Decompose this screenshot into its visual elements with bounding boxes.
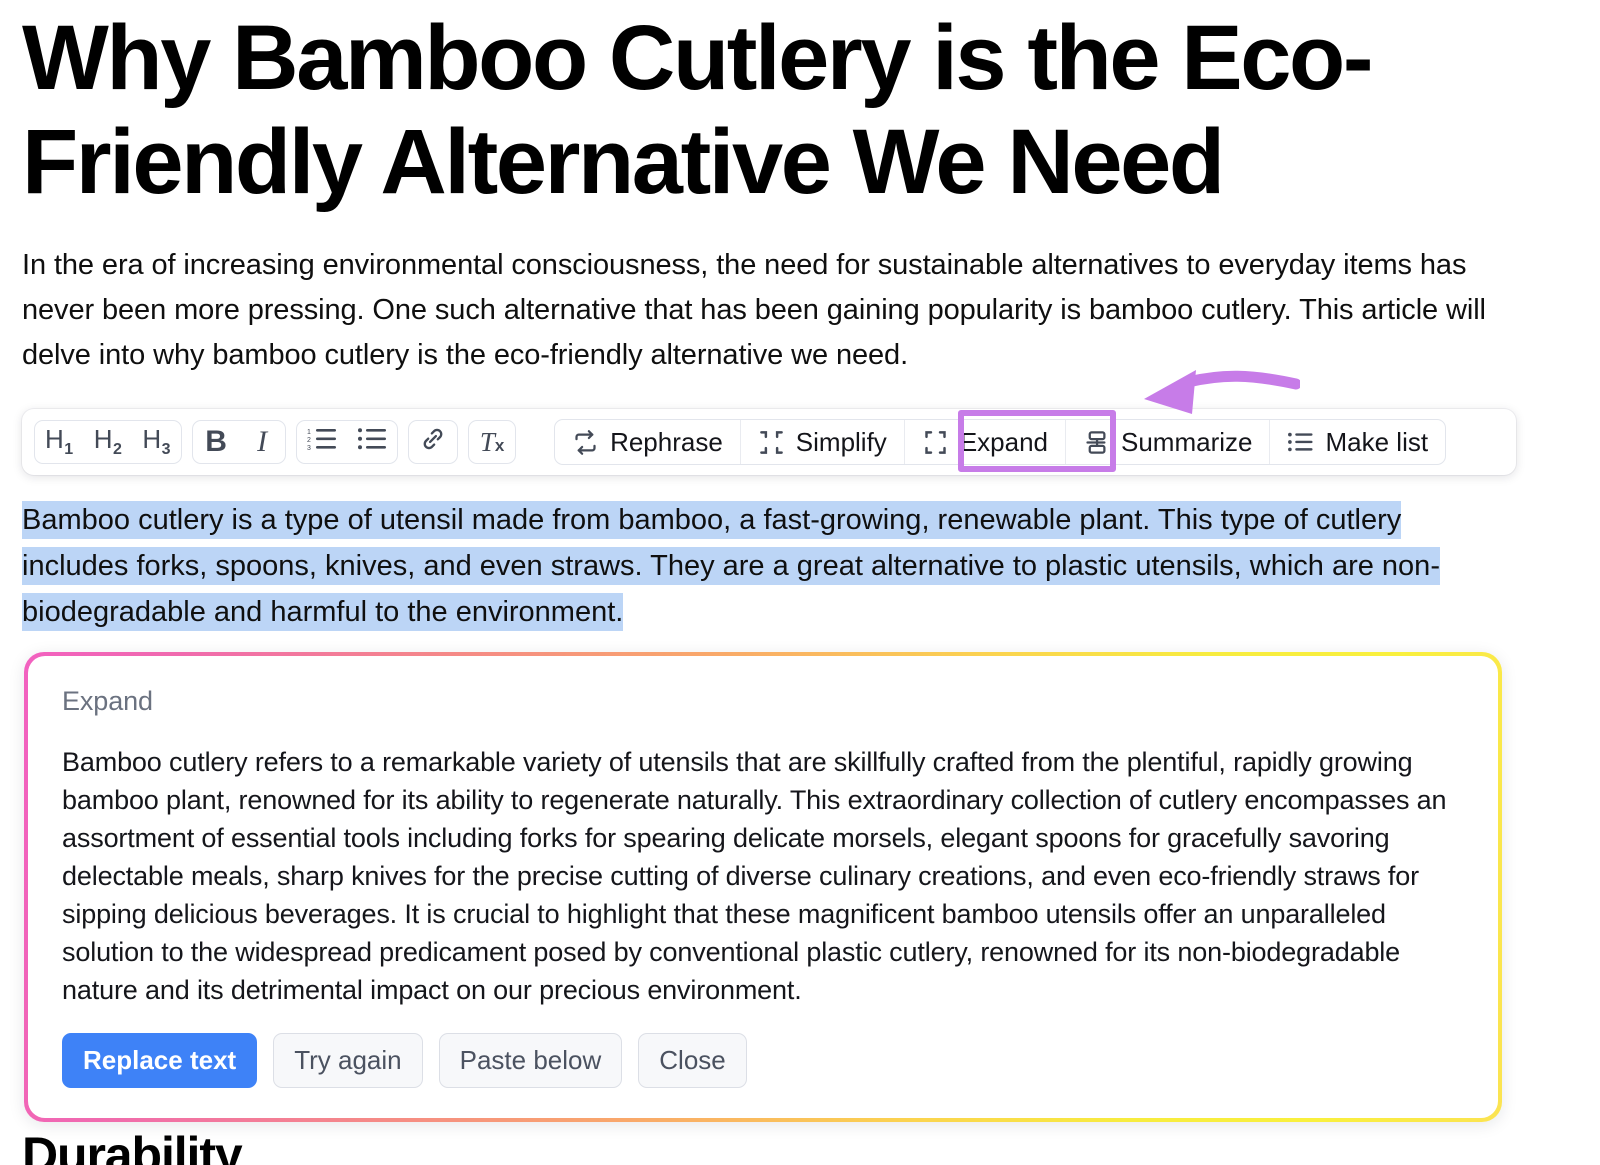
ordered-list-button[interactable]: 1 2 3 <box>297 421 347 463</box>
simplify-icon <box>758 429 785 456</box>
bold-label: B <box>205 425 227 458</box>
make-list-icon <box>1287 430 1314 454</box>
simplify-label: Simplify <box>795 426 887 457</box>
ai-result-card: Expand Bamboo cutlery refers to a remark… <box>24 652 1502 1122</box>
ai-result-actions: Replace text Try again Paste below Close <box>62 1033 747 1088</box>
svg-text:1: 1 <box>307 429 311 436</box>
next-section-heading: Durability <box>22 1127 243 1165</box>
clear-formatting-button[interactable]: Tx <box>469 421 515 463</box>
heading-button-group: H1 H2 H3 <box>34 420 183 464</box>
selection-highlight: Bamboo cutlery is a type of utensil made… <box>22 501 1440 631</box>
svg-text:3: 3 <box>307 445 311 452</box>
make-list-button[interactable]: Make list <box>1270 420 1445 464</box>
ordered-list-icon: 1 2 3 <box>307 426 337 459</box>
expand-icon <box>922 429 949 456</box>
clear-formatting-t: T <box>479 426 495 457</box>
simplify-button[interactable]: Simplify <box>741 420 905 464</box>
link-icon <box>419 425 447 460</box>
summarize-icon <box>1083 429 1110 456</box>
italic-button[interactable]: I <box>239 421 285 463</box>
text-style-button-group: B I <box>192 420 287 464</box>
expand-label: Expand <box>959 426 1048 457</box>
bold-button[interactable]: B <box>193 421 239 463</box>
editor-page: Why Bamboo Cutlery is the Eco-Friendly A… <box>0 0 1600 1165</box>
page-title: Why Bamboo Cutlery is the Eco-Friendly A… <box>22 7 1373 213</box>
close-button[interactable]: Close <box>638 1033 747 1088</box>
heading-1-label: H1 <box>45 424 74 459</box>
heading-3-label: H3 <box>142 424 172 459</box>
selected-paragraph[interactable]: Bamboo cutlery is a type of utensil made… <box>22 497 1512 635</box>
clear-formatting-group: Tx <box>468 420 517 464</box>
expand-button[interactable]: Expand <box>905 420 1066 464</box>
summarize-label: Summarize <box>1121 426 1253 457</box>
formatting-toolbar: H1 H2 H3 B I 1 2 3 Tx Rephrase Simplify … <box>22 409 1516 475</box>
make-list-label: Make list <box>1325 426 1429 457</box>
paste-below-button[interactable]: Paste below <box>438 1033 623 1088</box>
bullet-list-button[interactable] <box>347 421 397 463</box>
heading-2-button[interactable]: H2 <box>84 421 133 463</box>
clear-formatting-x: x <box>494 435 505 455</box>
rephrase-button[interactable]: Rephrase <box>555 420 741 464</box>
summarize-button[interactable]: Summarize <box>1066 420 1271 464</box>
heading-2-label: H2 <box>93 424 123 459</box>
rephrase-label: Rephrase <box>610 426 723 457</box>
list-button-group: 1 2 3 <box>296 420 399 464</box>
rephrase-icon <box>572 429 599 456</box>
ai-actions-group: Rephrase Simplify Expand Summarize Make … <box>554 419 1447 465</box>
ai-result-card-inner: Expand Bamboo cutlery refers to a remark… <box>28 656 1498 1118</box>
link-button-group <box>408 420 459 464</box>
clear-formatting-icon: Tx <box>480 427 505 458</box>
ai-result-label: Expand <box>62 686 153 716</box>
svg-text:2: 2 <box>307 437 311 444</box>
link-button[interactable] <box>409 421 457 463</box>
bullet-list-icon <box>357 426 387 459</box>
heading-1-button[interactable]: H1 <box>35 421 84 463</box>
italic-label: I <box>257 425 268 458</box>
ai-result-text: Bamboo cutlery refers to a remarkable va… <box>62 747 1447 1005</box>
article-intro-paragraph: In the era of increasing environmental c… <box>22 249 1486 371</box>
try-again-button[interactable]: Try again <box>273 1033 423 1088</box>
replace-text-button[interactable]: Replace text <box>62 1033 258 1088</box>
heading-3-button[interactable]: H3 <box>132 421 181 463</box>
